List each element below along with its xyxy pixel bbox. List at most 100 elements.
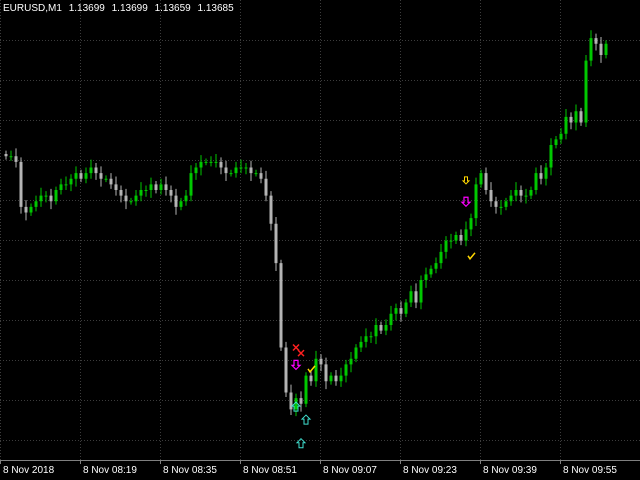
candle-body bbox=[99, 173, 103, 179]
candle bbox=[49, 188, 53, 210]
candle bbox=[299, 391, 303, 412]
candle-body bbox=[584, 60, 588, 123]
candle bbox=[324, 357, 328, 390]
candle bbox=[4, 150, 8, 160]
candle bbox=[254, 169, 258, 177]
trade-markers bbox=[290, 176, 476, 449]
candle-body bbox=[394, 308, 398, 314]
candle-body bbox=[314, 358, 318, 382]
candle bbox=[124, 188, 128, 210]
candle bbox=[19, 157, 23, 214]
candle-body bbox=[169, 190, 173, 196]
candle bbox=[464, 221, 468, 247]
candle-body bbox=[184, 195, 188, 202]
candle bbox=[524, 188, 528, 204]
candle bbox=[79, 169, 83, 183]
candle bbox=[439, 244, 443, 269]
candle bbox=[379, 321, 383, 334]
candle-body bbox=[279, 263, 283, 348]
candle-body bbox=[534, 173, 538, 190]
candle-body bbox=[234, 167, 238, 174]
candle-body bbox=[289, 392, 293, 410]
exit-check-marker bbox=[307, 365, 316, 374]
candle bbox=[109, 173, 113, 189]
candle bbox=[194, 163, 198, 180]
candle bbox=[209, 156, 213, 167]
candle bbox=[484, 167, 488, 195]
candle bbox=[284, 341, 288, 397]
candle-body bbox=[4, 154, 8, 157]
candle-body bbox=[559, 133, 563, 140]
candle-body bbox=[284, 347, 288, 393]
candle bbox=[129, 197, 133, 205]
candle bbox=[274, 217, 278, 271]
candle bbox=[344, 359, 348, 383]
candle-body bbox=[464, 229, 468, 241]
candle-body bbox=[239, 167, 243, 169]
candle-body bbox=[499, 206, 503, 208]
candle-body bbox=[509, 195, 513, 202]
candle bbox=[404, 299, 408, 318]
candle bbox=[409, 285, 413, 307]
candle-body bbox=[329, 375, 333, 382]
candle bbox=[234, 161, 238, 178]
candle-body bbox=[504, 201, 508, 207]
candle bbox=[479, 169, 483, 188]
candle-body bbox=[209, 161, 213, 163]
candle-body bbox=[604, 43, 608, 55]
candle-body bbox=[29, 206, 33, 213]
candle bbox=[174, 188, 178, 215]
candle-body bbox=[319, 358, 323, 365]
candle-body bbox=[179, 201, 183, 207]
candle bbox=[369, 331, 373, 343]
candle-body bbox=[129, 201, 133, 203]
candle bbox=[24, 200, 28, 221]
candle bbox=[604, 40, 608, 59]
candle-body bbox=[159, 184, 163, 190]
candle-body bbox=[564, 116, 568, 134]
candle bbox=[34, 195, 38, 212]
low-price: 1.13659 bbox=[154, 3, 191, 14]
candle-body bbox=[334, 375, 338, 382]
candle bbox=[474, 177, 478, 226]
candle bbox=[389, 305, 393, 331]
candle-body bbox=[104, 178, 108, 180]
candle-body bbox=[574, 111, 578, 123]
candle bbox=[84, 167, 88, 184]
candle-body bbox=[469, 218, 473, 230]
candle bbox=[114, 176, 118, 196]
candle bbox=[584, 55, 588, 127]
candle bbox=[239, 159, 243, 174]
candle-body bbox=[84, 173, 88, 179]
candle-body bbox=[429, 268, 433, 275]
x-tick-label: 8 Nov 08:51 bbox=[243, 465, 297, 476]
candle bbox=[509, 190, 513, 206]
candle-body bbox=[154, 184, 158, 190]
candle bbox=[544, 163, 548, 186]
candle-body bbox=[489, 190, 493, 202]
open-price: 1.13699 bbox=[68, 3, 105, 14]
candle bbox=[359, 336, 363, 352]
candle-body bbox=[374, 325, 378, 337]
candle-body bbox=[304, 375, 308, 404]
candle bbox=[279, 259, 283, 351]
candle-body bbox=[79, 173, 83, 179]
candle bbox=[559, 128, 563, 144]
candle bbox=[429, 265, 433, 278]
candle-body bbox=[89, 167, 93, 174]
candle-body bbox=[579, 111, 583, 123]
candle bbox=[319, 354, 323, 372]
candle-body bbox=[479, 173, 483, 185]
candles bbox=[4, 30, 608, 417]
candle bbox=[269, 191, 273, 231]
candle-body bbox=[324, 364, 328, 382]
price-chart[interactable]: 8 Nov 2018 8 Nov 08:19 8 Nov 08:35 8 Nov 08… bbox=[0, 0, 640, 480]
candle bbox=[589, 30, 593, 67]
candle bbox=[199, 155, 203, 176]
candle-body bbox=[599, 43, 603, 55]
candle-body bbox=[244, 167, 248, 169]
candle-body bbox=[109, 178, 113, 185]
candle bbox=[334, 370, 338, 386]
candle-body bbox=[249, 167, 253, 174]
candle-body bbox=[264, 178, 268, 196]
